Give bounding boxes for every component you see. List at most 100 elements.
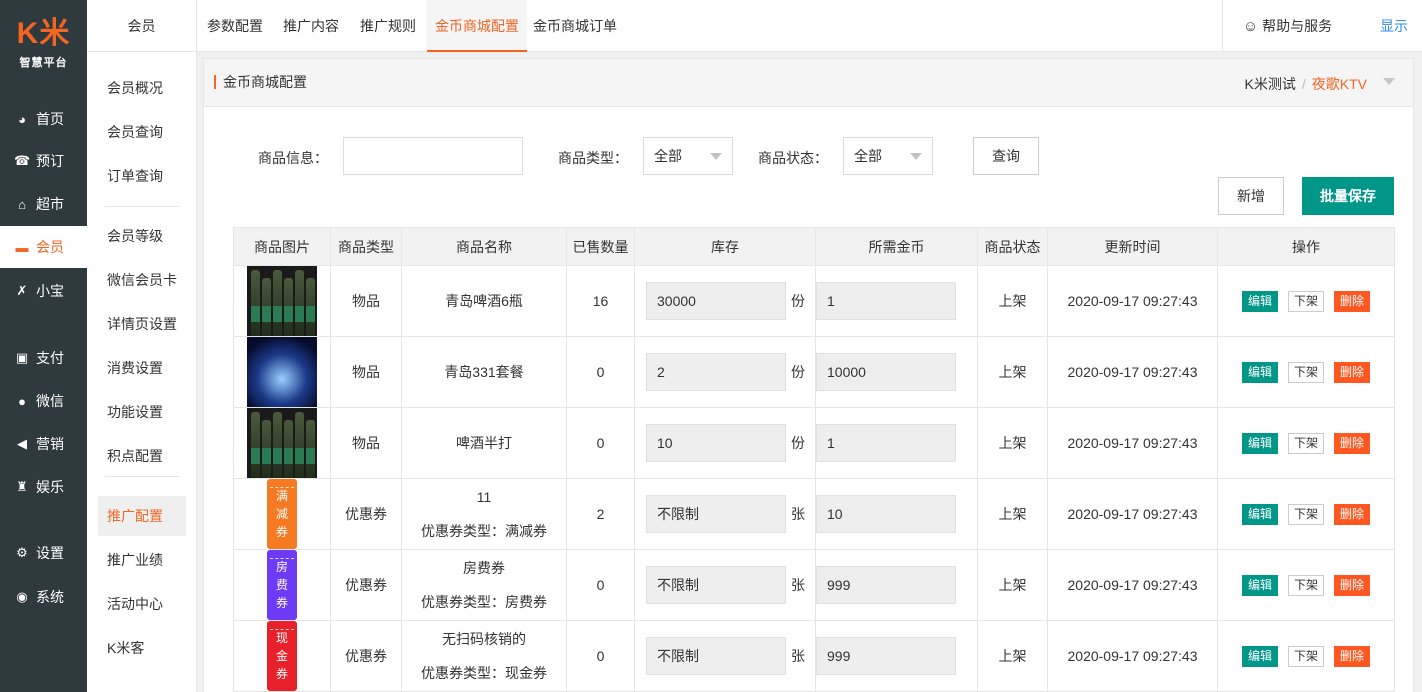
table-row: 房费券优惠券 房费券 优惠券类型：房费券 0 不限制张 999 上架 2020-09-17 0… [233,549,1395,621]
tab-3[interactable]: 推广规则 [349,0,427,52]
nav-item-4[interactable]: ▬ 会员 [0,226,87,268]
submenu-item-13[interactable]: K米客 [98,628,186,668]
submenu-item-4[interactable]: 会员等级 [98,216,186,256]
submenu-item-10[interactable]: 推广配置 [98,496,186,536]
submenu-item-1[interactable]: 会员概况 [98,68,186,108]
help-service-button[interactable]: ☺ 帮助与服务 [1222,0,1352,52]
breadcrumb-current[interactable]: 夜歌KTV [1312,76,1367,92]
delete-button[interactable]: 删除 [1334,574,1371,596]
stock-input[interactable]: 不限制 [646,566,786,604]
submenu-item-5[interactable]: 微信会员卡 [98,260,186,300]
unlist-button[interactable]: 下架 [1287,574,1324,596]
submenu-item-2[interactable]: 会员查询 [98,112,186,152]
submenu-item-11[interactable]: 推广业绩 [98,540,186,580]
nav-item-1[interactable]: ◕ 首页 [0,98,87,140]
entertainment-icon: ♜ [16,479,28,494]
edit-button[interactable]: 编辑 [1241,361,1278,383]
submenu-item-3[interactable]: 订单查询 [98,156,186,196]
row-actions: 编辑 下架 删除 [1218,290,1394,312]
batch-save-button[interactable]: 批量保存 [1302,177,1394,215]
stock-input[interactable]: 30000 [646,282,786,320]
member-submenu: 会员 会员概况 会员查询 订单查询会员等级 微信会员卡 详情页设置 消费设置 功能设置 积点配… [87,0,197,692]
edit-button[interactable]: 编辑 [1241,645,1278,667]
submenu-item-7[interactable]: 消费设置 [98,348,186,388]
coupon-thumbnail: 房费券 [267,550,297,620]
logo-subtitle: 智慧平台 [19,57,68,69]
unlist-button[interactable]: 下架 [1287,290,1324,312]
breadcrumb-parent[interactable]: K米测试 [1245,76,1296,92]
product-image-cell [233,336,331,408]
delete-button[interactable]: 删除 [1334,290,1371,312]
column-header: 已售数量 [566,227,635,266]
submenu-title: 会员 [87,0,196,52]
unlist-button[interactable]: 下架 [1287,432,1324,454]
product-info-input[interactable] [343,137,523,175]
coins-input[interactable]: 10 [816,495,956,533]
nav-item-11[interactable]: ◉ 系统 [0,576,87,618]
top-tabs: 参数配置 推广内容 推广规则 金币商城配置 金币商城订单 ☺ 帮助与服务 显示 [197,0,1422,52]
actions-cell: 编辑 下架 删除 [1217,336,1395,408]
product-image [247,266,317,336]
query-button[interactable]: 查询 [973,137,1039,175]
nav-item-6[interactable]: ▣ 支付 [0,337,87,379]
stock-field: 10 份 [635,424,815,462]
product-status-value: 全部 [854,148,882,164]
delete-button[interactable]: 删除 [1334,503,1371,525]
column-header: 所需金币 [815,227,978,266]
edit-button[interactable]: 编辑 [1241,432,1278,454]
store-dropdown-icon[interactable] [1383,78,1395,85]
product-status: 上架 [977,407,1048,479]
tab-4[interactable]: 金币商城配置 [427,0,527,52]
product-status-select[interactable]: 全部 [843,137,933,175]
unlist-button[interactable]: 下架 [1287,361,1324,383]
submenu-item-6[interactable]: 详情页设置 [98,304,186,344]
stock-input[interactable]: 不限制 [646,637,786,675]
product-type-label: 商品类型： [558,150,628,166]
sold-count: 0 [566,620,635,692]
nav-item-7[interactable]: ● 微信 [0,380,87,422]
xiaobao-icon: ✗ [16,283,28,298]
delete-button[interactable]: 删除 [1334,361,1371,383]
unlist-button[interactable]: 下架 [1287,645,1324,667]
submenu-item-12[interactable]: 活动中心 [98,584,186,624]
edit-button[interactable]: 编辑 [1241,574,1278,596]
updated-time: 2020-09-17 09:27:43 [1047,407,1218,479]
stock-input[interactable]: 2 [646,353,786,391]
coins-input[interactable]: 1 [816,424,956,462]
show-link[interactable]: 显示 [1380,0,1408,52]
nav-item-10[interactable]: ⚙ 设置 [0,532,87,574]
coins-input[interactable]: 999 [816,566,956,604]
edit-button[interactable]: 编辑 [1241,290,1278,312]
delete-button[interactable]: 删除 [1334,645,1371,667]
nav-item-2[interactable]: ☎ 预订 [0,140,87,182]
nav-item-label: 微信 [36,393,64,409]
product-name: 啤酒半打 [401,407,567,479]
add-button[interactable]: 新增 [1218,177,1284,215]
nav-item-label: 超市 [36,196,64,212]
stock-input[interactable]: 10 [646,424,786,462]
coins-input[interactable]: 10000 [816,353,956,391]
actions-cell: 编辑 下架 删除 [1217,620,1395,692]
nav-item-9[interactable]: ♜ 娱乐 [0,466,87,508]
submenu-item-9[interactable]: 积点配置 [98,436,186,476]
coins-input[interactable]: 999 [816,637,956,675]
edit-button[interactable]: 编辑 [1241,503,1278,525]
unlist-button[interactable]: 下架 [1287,503,1324,525]
stock-input[interactable]: 不限制 [646,495,786,533]
product-name-cell: 无扫码核销的 优惠券类型：现金券 [401,620,567,692]
tab-1[interactable]: 参数配置 [197,0,273,52]
stock-cell: 不限制张 [634,478,816,550]
tab-5[interactable]: 金币商城订单 [527,0,623,52]
nav-item-label: 小宝 [36,283,64,299]
tab-2[interactable]: 推广内容 [273,0,349,52]
sold-count: 16 [566,265,635,337]
table-row: 物品 青岛331套餐 0 2 份 10000 上架 2020-09-17 09:27:43 编辑… [233,336,1395,408]
nav-item-3[interactable]: ⌂ 超市 [0,183,87,225]
nav-item-5[interactable]: ✗ 小宝 [0,270,87,312]
nav-item-8[interactable]: ◀ 营销 [0,423,87,465]
product-type-select[interactable]: 全部 [643,137,733,175]
product-type: 优惠券 [330,620,402,692]
coins-input[interactable]: 1 [816,282,956,320]
submenu-item-8[interactable]: 功能设置 [98,392,186,432]
delete-button[interactable]: 删除 [1334,432,1371,454]
